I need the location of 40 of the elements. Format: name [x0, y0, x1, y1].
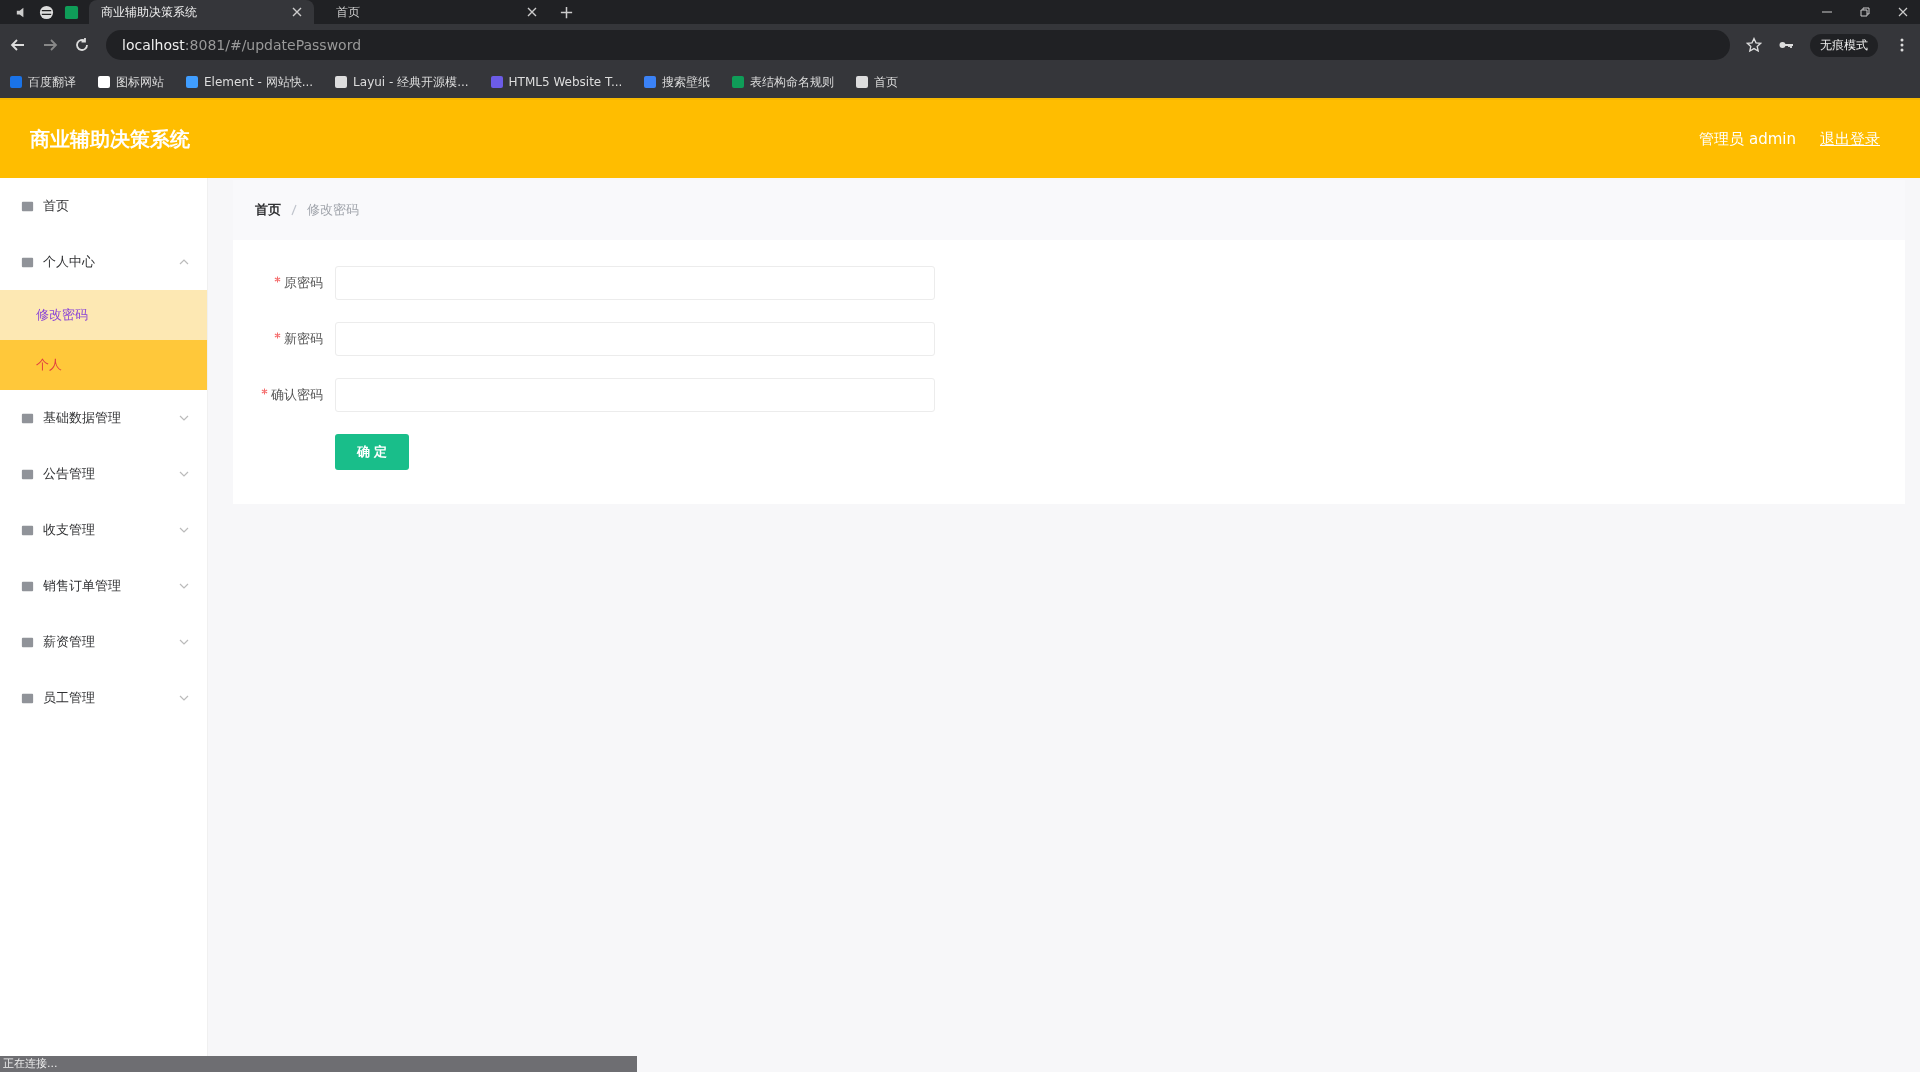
menu-item[interactable]: 收支管理 [0, 502, 207, 558]
bookmark[interactable]: 首页 [856, 73, 899, 91]
field-label: 新密码 [284, 330, 323, 348]
slash-icon [291, 204, 297, 216]
menu-item[interactable]: 销售订单管理 [0, 558, 207, 614]
menu-item[interactable]: 个人中心 [0, 234, 207, 290]
close-icon[interactable] [527, 7, 537, 17]
restore-icon[interactable] [1860, 7, 1870, 17]
back-icon[interactable] [10, 37, 26, 53]
field-label: 确认密码 [271, 386, 323, 404]
submenu-item[interactable]: 修改密码 [0, 290, 207, 340]
bookmark[interactable]: HTML5 Website T... [490, 75, 623, 89]
bookmark[interactable]: 搜索壁纸 [644, 73, 711, 91]
bookmark[interactable]: 图标网站 [98, 73, 164, 91]
browser-tab[interactable]: 商业辅助决策系统 [89, 0, 314, 24]
profile-button[interactable]: 无痕模式 [1810, 33, 1878, 57]
plus-icon[interactable] [559, 4, 574, 20]
close-icon[interactable] [292, 7, 302, 17]
address-bar[interactable]: localhost:8081/#/updatePassword [106, 30, 1730, 60]
bookmark[interactable]: 表结构命名规则 [732, 73, 835, 91]
close-icon[interactable] [1898, 7, 1908, 17]
user-label: 管理员 admin [1699, 129, 1796, 149]
bookmark[interactable]: 百度翻译 [10, 73, 76, 91]
menu-item[interactable]: 公告管理 [0, 446, 207, 502]
sheet-icon[interactable] [64, 4, 79, 20]
menu-item[interactable]: 员工管理 [0, 670, 207, 726]
bookmark[interactable]: Layui - 经典开源模... [335, 73, 469, 91]
browser-tab[interactable]: 首页 [324, 0, 549, 24]
star-icon[interactable] [1746, 37, 1762, 53]
menu-item[interactable]: 薪资管理 [0, 614, 207, 670]
menu-item[interactable]: 基础数据管理 [0, 390, 207, 446]
bookmark[interactable]: Element - 网站快... [186, 73, 314, 91]
status-bar: 正在连接... [0, 1056, 637, 1072]
forward-icon[interactable] [42, 37, 58, 53]
reload-icon[interactable] [74, 37, 90, 53]
menu-item[interactable]: 首页 [0, 178, 207, 234]
breadcrumb-item: 修改密码 [307, 201, 359, 219]
app-title: 商业辅助决策系统 [30, 125, 191, 153]
breadcrumb-item[interactable]: 首页 [255, 201, 281, 219]
field-label: 原密码 [284, 274, 323, 292]
